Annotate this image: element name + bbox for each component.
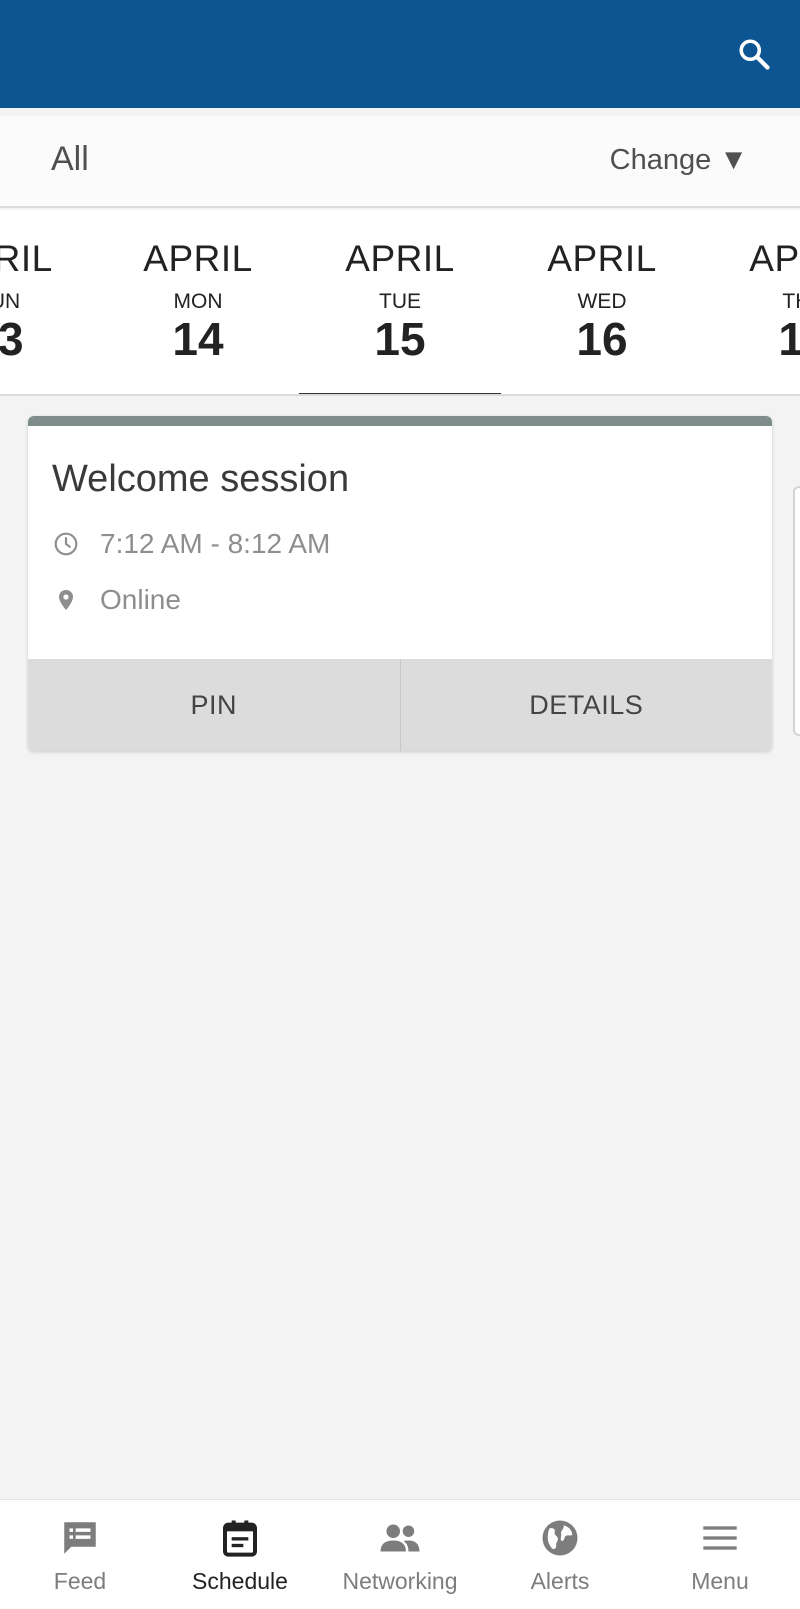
- nav-label: Networking: [342, 1568, 458, 1594]
- people-icon: [378, 1516, 422, 1560]
- date-month: APRIL: [547, 238, 657, 279]
- clock-icon: [52, 530, 80, 558]
- session-time-row: 7:12 AM - 8:12 AM: [52, 526, 330, 562]
- search-button[interactable]: [730, 30, 778, 78]
- date-tab-14[interactable]: APRIL MON 14: [97, 210, 299, 394]
- nav-label: Alerts: [530, 1568, 590, 1594]
- session-location-row: Online: [52, 582, 181, 618]
- date-strip[interactable]: APRIL SUN 13 APRIL MON 14 APRIL TUE 15 A…: [0, 210, 800, 396]
- session-time: 7:12 AM - 8:12 AM: [100, 528, 331, 559]
- menu-icon: [698, 1516, 742, 1560]
- date-month: APRIL: [143, 238, 253, 279]
- filter-row: All Change ▼: [0, 116, 800, 208]
- app-bar: [0, 0, 800, 108]
- next-session-card-edge[interactable]: [793, 486, 800, 736]
- date-tab-17[interactable]: APRIL THU 17: [703, 210, 800, 394]
- filter-label: All: [51, 140, 89, 178]
- globe-icon: [538, 1516, 582, 1560]
- nav-networking[interactable]: Networking: [320, 1500, 480, 1609]
- nav-schedule[interactable]: Schedule: [160, 1500, 320, 1609]
- date-weekday: MON: [173, 290, 223, 313]
- date-weekday: TUE: [379, 290, 421, 313]
- schedule-screen: All Change ▼ APRIL SUN 13 APRIL MON 14 A…: [0, 0, 800, 1609]
- feed-icon: [58, 1516, 102, 1560]
- date-tab-16[interactable]: APRIL WED 16: [501, 210, 703, 394]
- nav-alerts[interactable]: Alerts: [480, 1500, 640, 1609]
- calendar-icon: [218, 1516, 262, 1560]
- change-filter-button[interactable]: Change ▼: [610, 144, 748, 177]
- session-accent-bar: [28, 416, 772, 426]
- session-card[interactable]: Welcome session 7:12 AM - 8:12 AM Online…: [28, 416, 772, 751]
- date-tab-13[interactable]: APRIL SUN 13: [0, 210, 99, 394]
- nav-label: Feed: [53, 1568, 107, 1594]
- date-tab-15[interactable]: APRIL TUE 15: [299, 210, 501, 394]
- pin-button[interactable]: PIN: [28, 659, 400, 751]
- date-month: APRIL: [0, 238, 53, 279]
- bottom-nav: Feed Schedule Networking Alerts Menu: [0, 1499, 800, 1609]
- session-title: Welcome session: [52, 458, 350, 500]
- date-month: APRIL: [345, 238, 455, 279]
- nav-feed[interactable]: Feed: [0, 1500, 160, 1609]
- date-month: APRIL: [749, 238, 800, 279]
- date-weekday: SUN: [0, 290, 21, 313]
- session-actions: PIN DETAILS: [28, 659, 772, 751]
- search-icon: [739, 39, 770, 70]
- date-weekday: WED: [577, 290, 627, 313]
- details-button[interactable]: DETAILS: [399, 659, 773, 751]
- date-day: 16: [576, 313, 628, 365]
- location-pin-icon: [52, 586, 80, 614]
- session-location: Online: [100, 584, 181, 615]
- nav-label: Schedule: [192, 1568, 288, 1594]
- date-day: 15: [374, 313, 426, 365]
- date-day: 13: [0, 313, 24, 365]
- nav-menu[interactable]: Menu: [640, 1500, 800, 1609]
- date-day: 17: [703, 312, 800, 366]
- date-weekday: THU: [782, 290, 800, 313]
- date-day: 14: [172, 313, 224, 365]
- nav-label: Menu: [691, 1568, 749, 1594]
